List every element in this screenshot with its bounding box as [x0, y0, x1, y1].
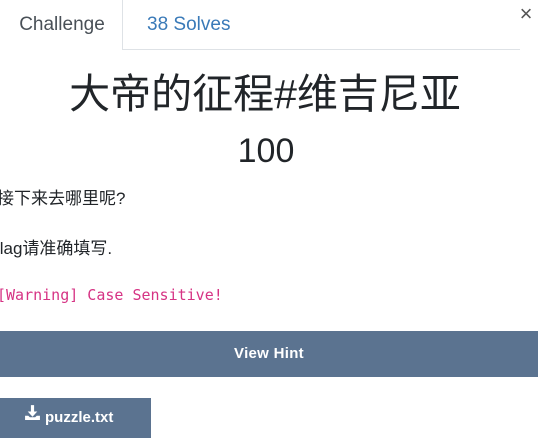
file-name: puzzle.txt — [45, 409, 114, 426]
close-icon[interactable]: × — [516, 3, 536, 25]
challenge-value: 100 — [237, 132, 295, 170]
tab-bar: Challenge 38 Solves — [0, 0, 520, 50]
view-hint-button[interactable]: View Hint — [0, 331, 538, 377]
tab-challenge[interactable]: Challenge — [0, 0, 123, 50]
description-line-1: 接下来去哪里呢? — [0, 189, 126, 208]
download-file-button[interactable]: puzzle.txt — [0, 398, 151, 438]
challenge-title: 大帝的征程#维吉尼亚 — [69, 71, 461, 117]
case-sensitive-warning: [Warning] Case Sensitive! — [0, 286, 223, 304]
tab-solves[interactable]: 38 Solves — [147, 0, 230, 49]
description-line-2: flag请准确填写. — [0, 239, 113, 258]
download-icon — [24, 397, 41, 437]
challenge-modal: Challenge 38 Solves × 大帝的征程#维吉尼亚 100 接下来… — [0, 0, 539, 438]
